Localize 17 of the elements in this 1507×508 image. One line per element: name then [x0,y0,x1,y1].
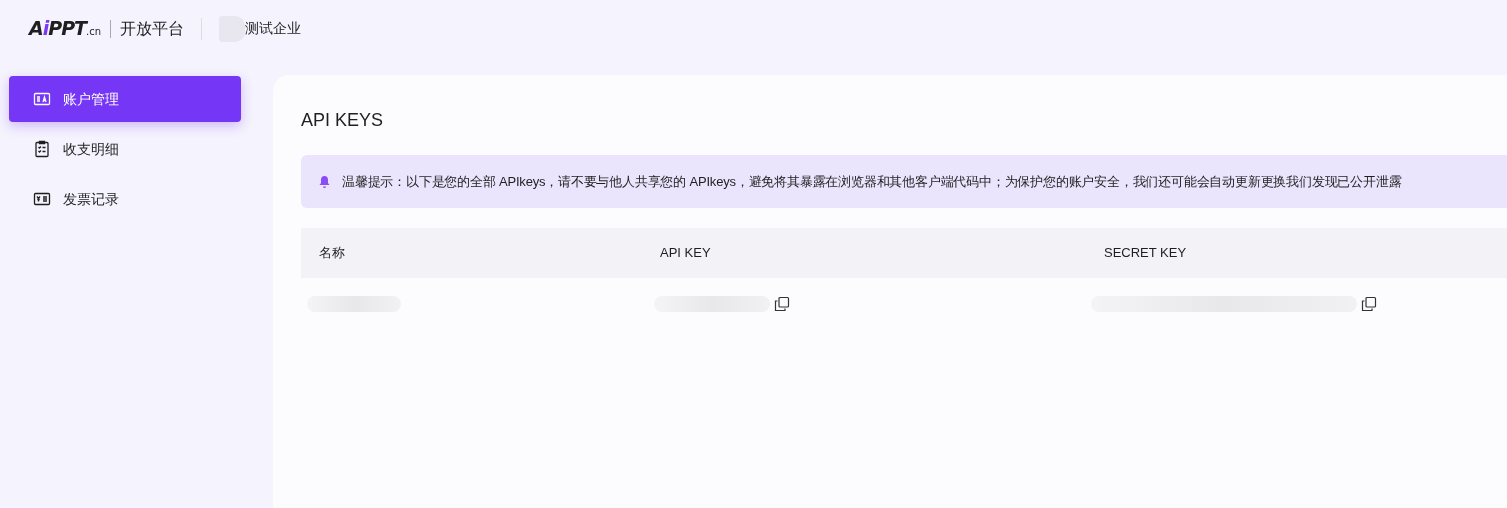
clipboard-icon [33,140,51,158]
sidebar-item[interactable]: 收支明细 [9,126,241,172]
company-name: 测试企业 [245,19,302,38]
page-title: API KEYS [301,109,385,132]
column-header: API KEY [660,244,712,263]
copy-icon[interactable] [1361,296,1377,312]
sidebar-item[interactable]: 账户管理 [9,76,241,122]
logo: AiPPT.cn [29,16,102,42]
id-card-icon [33,90,51,108]
sidebar-item[interactable]: 发票记录 [9,176,241,222]
receipt-icon [33,190,51,208]
copy-icon[interactable] [774,296,790,312]
platform-name: 开放平台 [120,18,185,39]
column-header: SECRET KEY [1104,244,1187,263]
column-header: 名称 [318,244,346,263]
notice-text: 温馨提示：以下是您的全部 APIkeys，请不要与他人共享您的 APIkeys，避免将其暴露在浏览器和其他客户端代码中；为保护您的账户安全，我们还可能会自动更新更换我们发现已公开泄露 [342,172,1402,191]
bell-icon [318,174,331,189]
